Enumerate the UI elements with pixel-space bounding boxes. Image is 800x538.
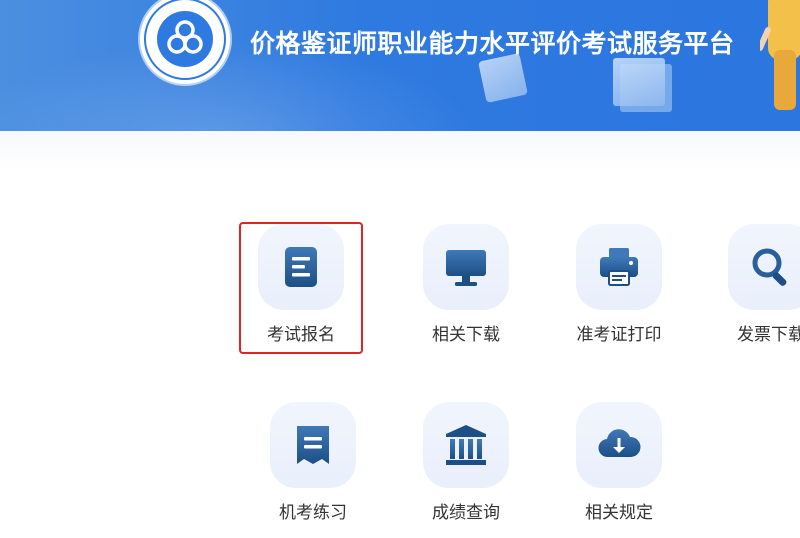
trefoil-logo-icon <box>144 0 226 80</box>
icon-background <box>258 224 344 310</box>
service-label: 成绩查询 <box>432 503 500 523</box>
service-tile-score-inquiry[interactable]: 成绩查询 <box>406 402 526 530</box>
icon-background <box>423 224 509 310</box>
search-icon <box>752 248 787 286</box>
icon-background <box>728 224 800 310</box>
site-title: 价格鉴证师职业能力水平评价考试服务平台 <box>250 29 735 58</box>
monitor-icon <box>446 250 486 286</box>
icon-background <box>576 224 662 310</box>
service-label: 机考练习 <box>279 503 347 523</box>
association-logo[interactable] <box>140 0 230 84</box>
service-tile-computer-exam-practice[interactable]: 机考练习 <box>253 402 373 530</box>
service-label: 相关下载 <box>432 325 500 345</box>
decorative-card <box>613 58 665 106</box>
service-label: 相关规定 <box>585 503 653 523</box>
icon-background <box>576 402 662 488</box>
service-tile-admission-ticket-print[interactable]: 准考证打印 <box>559 224 679 352</box>
service-tile-exam-registration[interactable]: 考试报名 <box>239 222 363 354</box>
service-tile-invoice-download[interactable]: 发票下载 <box>711 224 800 352</box>
banner-fade <box>0 131 800 171</box>
header-banner: 价格鉴证师职业能力水平评价考试服务平台 <box>0 0 800 131</box>
service-tile-related-regulations[interactable]: 相关规定 <box>559 402 679 530</box>
service-label: 发票下载 <box>737 325 800 345</box>
decorative-figure-icon <box>760 0 800 110</box>
receipt-icon <box>297 426 329 464</box>
service-label: 考试报名 <box>267 325 335 345</box>
printer-icon <box>600 248 638 286</box>
bank-icon <box>446 425 486 465</box>
service-tile-related-downloads[interactable]: 相关下载 <box>406 224 526 352</box>
cloud-download-icon <box>598 429 641 458</box>
service-label: 准考证打印 <box>576 325 662 345</box>
decorative-photo <box>478 53 528 103</box>
icon-background <box>270 402 356 488</box>
document-icon <box>285 247 317 287</box>
icon-background <box>423 402 509 488</box>
